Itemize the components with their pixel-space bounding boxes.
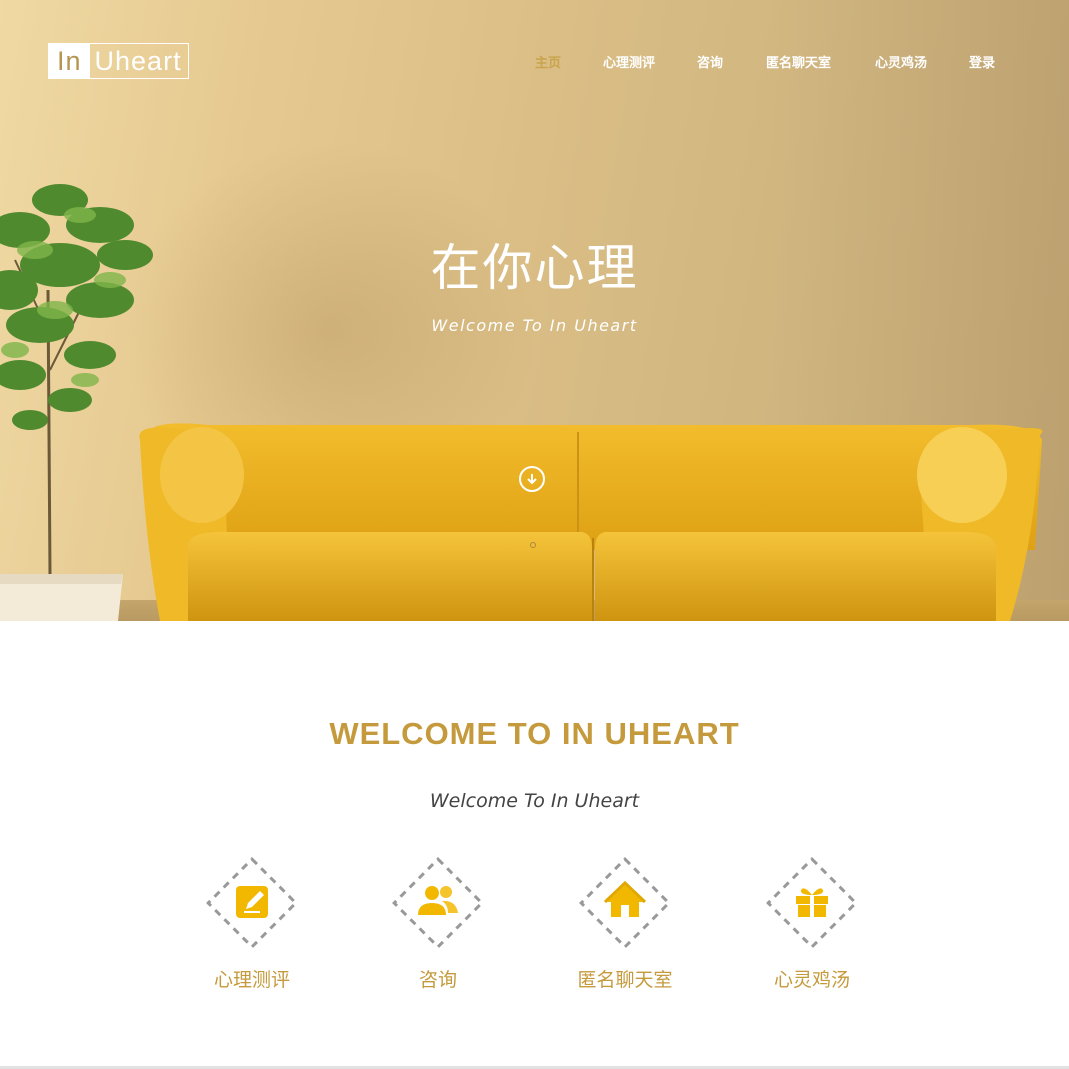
nav-item-chatroom[interactable]: 匿名聊天室 bbox=[766, 52, 831, 71]
sofa-illustration bbox=[139, 423, 1043, 621]
nav-item-consult[interactable]: 咨询 bbox=[697, 52, 723, 71]
nav-item-soul-soup[interactable]: 心灵鸡汤 bbox=[875, 52, 927, 71]
scroll-down-button[interactable] bbox=[519, 466, 545, 492]
users-icon bbox=[392, 857, 484, 949]
edit-note-icon bbox=[206, 857, 298, 949]
feature-chatroom[interactable]: 匿名聊天室 bbox=[570, 855, 680, 992]
feature-soul-soup[interactable]: 心灵鸡汤 bbox=[757, 855, 867, 992]
feature-label-soul-soup: 心灵鸡汤 bbox=[773, 969, 850, 991]
hero-subtitle: Welcome To In Uheart bbox=[431, 316, 638, 335]
feature-label-consult: 咨询 bbox=[418, 969, 457, 991]
nav-item-home[interactable]: 主页 bbox=[535, 52, 561, 71]
feature-consult[interactable]: 咨询 bbox=[383, 855, 493, 992]
nav-item-login[interactable]: 登录 bbox=[969, 52, 995, 71]
slide-indicator[interactable] bbox=[530, 542, 536, 548]
feature-label-assessment: 心理测评 bbox=[213, 969, 290, 991]
gift-icon bbox=[766, 857, 858, 949]
feature-assessment[interactable]: 心理测评 bbox=[197, 855, 307, 992]
home-icon bbox=[579, 857, 671, 949]
nav-item-assessment[interactable]: 心理测评 bbox=[603, 52, 655, 71]
main-nav: 主页 心理测评 咨询 匿名聊天室 心灵鸡汤 登录 bbox=[0, 52, 1069, 72]
hero-title: 在你心理 bbox=[430, 239, 639, 297]
arrow-down-circle-icon bbox=[527, 474, 537, 485]
hero-banner: In Uheart 主页 心理测评 咨询 匿名聊天室 心灵鸡汤 登录 在你心理 … bbox=[0, 0, 1069, 621]
feature-label-chatroom: 匿名聊天室 bbox=[577, 969, 673, 991]
welcome-title: WELCOME TO IN UHEART bbox=[329, 716, 740, 751]
welcome-subtitle: Welcome To In Uheart bbox=[429, 790, 640, 812]
